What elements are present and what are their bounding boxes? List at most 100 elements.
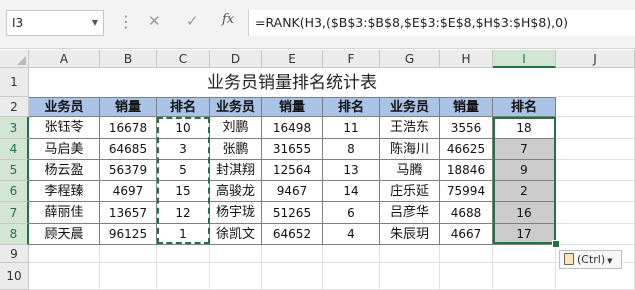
table-cell[interactable]: 徐凯文 — [210, 224, 262, 245]
table-cell[interactable]: 13 — [323, 160, 380, 181]
row-header-5[interactable]: 5 — [0, 160, 29, 181]
table-cell[interactable]: 李程臻 — [29, 181, 100, 202]
row-header-7[interactable]: 7 — [0, 202, 29, 224]
rank-cell[interactable]: 9 — [493, 160, 556, 181]
table-cell[interactable]: 11 — [323, 117, 380, 139]
table-cell[interactable]: 杨云盈 — [29, 160, 100, 181]
empty-cell[interactable] — [323, 263, 380, 290]
enter-icon[interactable]: ✓ — [186, 12, 199, 30]
empty-cell[interactable] — [440, 263, 493, 290]
table-cell[interactable]: 陈海川 — [380, 139, 440, 160]
table-cell[interactable]: 6 — [323, 202, 380, 224]
table-header-cell[interactable]: 排名 — [323, 97, 380, 117]
table-cell[interactable]: 46625 — [440, 139, 493, 160]
column-header-d[interactable]: D — [210, 50, 262, 68]
table-cell[interactable]: 封淇翔 — [210, 160, 262, 181]
table-cell[interactable]: 高骏龙 — [210, 181, 262, 202]
table-cell[interactable]: 顾天晨 — [29, 224, 100, 245]
table-cell[interactable]: 18846 — [440, 160, 493, 181]
empty-cell[interactable] — [29, 263, 100, 290]
table-cell[interactable]: 杨宇珑 — [210, 202, 262, 224]
table-cell[interactable]: 16498 — [262, 117, 323, 139]
empty-cell[interactable] — [157, 263, 210, 290]
cell-j1[interactable] — [556, 68, 635, 97]
table-cell[interactable]: 4688 — [440, 202, 493, 224]
rank-cell[interactable]: 2 — [493, 181, 556, 202]
empty-cell[interactable] — [493, 245, 556, 263]
row-header-9[interactable]: 9 — [0, 245, 29, 263]
chevron-down-icon[interactable]: ▼ — [92, 11, 98, 35]
table-cell[interactable]: 张钰苓 — [29, 117, 100, 139]
sheet-title[interactable]: 业务员销量排名统计表 — [29, 68, 555, 96]
table-cell[interactable]: 13657 — [100, 202, 157, 224]
table-header-cell[interactable]: 业务员 — [210, 97, 262, 117]
column-header-g[interactable]: G — [380, 50, 440, 68]
rank-cell[interactable]: 16 — [493, 202, 556, 224]
table-cell[interactable]: 张鹏 — [210, 139, 262, 160]
table-cell[interactable]: 31655 — [262, 139, 323, 160]
table-cell[interactable]: 12564 — [262, 160, 323, 181]
table-cell[interactable]: 马腾 — [380, 160, 440, 181]
table-cell[interactable]: 庄乐延 — [380, 181, 440, 202]
table-cell[interactable]: 吕彦华 — [380, 202, 440, 224]
column-header-c[interactable]: C — [157, 50, 210, 68]
row-header-6[interactable]: 6 — [0, 181, 29, 202]
empty-cell[interactable] — [556, 181, 635, 202]
table-header-cell[interactable]: 业务员 — [380, 97, 440, 117]
table-cell[interactable]: 3556 — [440, 117, 493, 139]
empty-cell[interactable] — [493, 263, 556, 290]
drag-handle-icon[interactable]: ⋮ — [118, 12, 134, 31]
column-header-b[interactable]: B — [100, 50, 157, 68]
table-cell[interactable]: 12 — [157, 202, 210, 224]
table-cell[interactable]: 64652 — [262, 224, 323, 245]
paste-options-button[interactable]: (Ctrl) ▼ — [559, 250, 622, 269]
empty-cell[interactable] — [556, 117, 635, 139]
select-all-corner[interactable] — [0, 50, 29, 68]
empty-cell[interactable] — [100, 245, 157, 263]
table-cell[interactable]: 刘鹏 — [210, 117, 262, 139]
empty-cell[interactable] — [262, 245, 323, 263]
empty-cell[interactable] — [29, 245, 100, 263]
row-header-3[interactable]: 3 — [0, 117, 29, 139]
table-cell[interactable]: 10 — [157, 117, 210, 139]
empty-cell[interactable] — [556, 202, 635, 224]
table-cell[interactable]: 4697 — [100, 181, 157, 202]
column-header-a[interactable]: A — [29, 50, 100, 68]
insert-function-icon[interactable]: fx — [222, 12, 234, 27]
empty-cell[interactable] — [556, 139, 635, 160]
row-header-8[interactable]: 8 — [0, 224, 29, 245]
column-header-h[interactable]: H — [440, 50, 493, 68]
table-cell[interactable]: 96125 — [100, 224, 157, 245]
name-box[interactable]: I3 ▼ — [6, 10, 104, 36]
table-cell[interactable]: 14 — [323, 181, 380, 202]
table-header-cell[interactable]: 销量 — [262, 97, 323, 117]
empty-cell[interactable] — [100, 263, 157, 290]
table-cell[interactable]: 16678 — [100, 117, 157, 139]
table-cell[interactable]: 马启美 — [29, 139, 100, 160]
empty-cell[interactable] — [323, 245, 380, 263]
column-header-f[interactable]: F — [323, 50, 380, 68]
empty-cell[interactable] — [210, 263, 262, 290]
empty-cell[interactable] — [440, 245, 493, 263]
empty-cell[interactable] — [556, 160, 635, 181]
table-header-cell[interactable]: 排名 — [493, 97, 556, 117]
row-header-10[interactable]: 10 — [0, 263, 29, 290]
table-cell[interactable]: 15 — [157, 181, 210, 202]
table-cell[interactable]: 3 — [157, 139, 210, 160]
table-cell[interactable]: 王浩东 — [380, 117, 440, 139]
table-cell[interactable]: 75994 — [440, 181, 493, 202]
table-header-cell[interactable]: 销量 — [440, 97, 493, 117]
table-cell[interactable]: 4 — [323, 224, 380, 245]
table-cell[interactable]: 56379 — [100, 160, 157, 181]
formula-input[interactable]: =RANK(H3,($B$3:$B$8,$E$3:$E$8,$H$3:$H$8)… — [248, 10, 635, 36]
table-cell[interactable]: 1 — [157, 224, 210, 245]
empty-cell[interactable] — [210, 245, 262, 263]
table-header-cell[interactable]: 业务员 — [29, 97, 100, 117]
table-cell[interactable]: 朱辰玥 — [380, 224, 440, 245]
table-cell[interactable]: 9467 — [262, 181, 323, 202]
table-cell[interactable]: 薛丽佳 — [29, 202, 100, 224]
empty-cell[interactable] — [262, 263, 323, 290]
table-cell[interactable]: 64685 — [100, 139, 157, 160]
row-header-2[interactable]: 2 — [0, 97, 29, 117]
empty-cell[interactable] — [157, 245, 210, 263]
